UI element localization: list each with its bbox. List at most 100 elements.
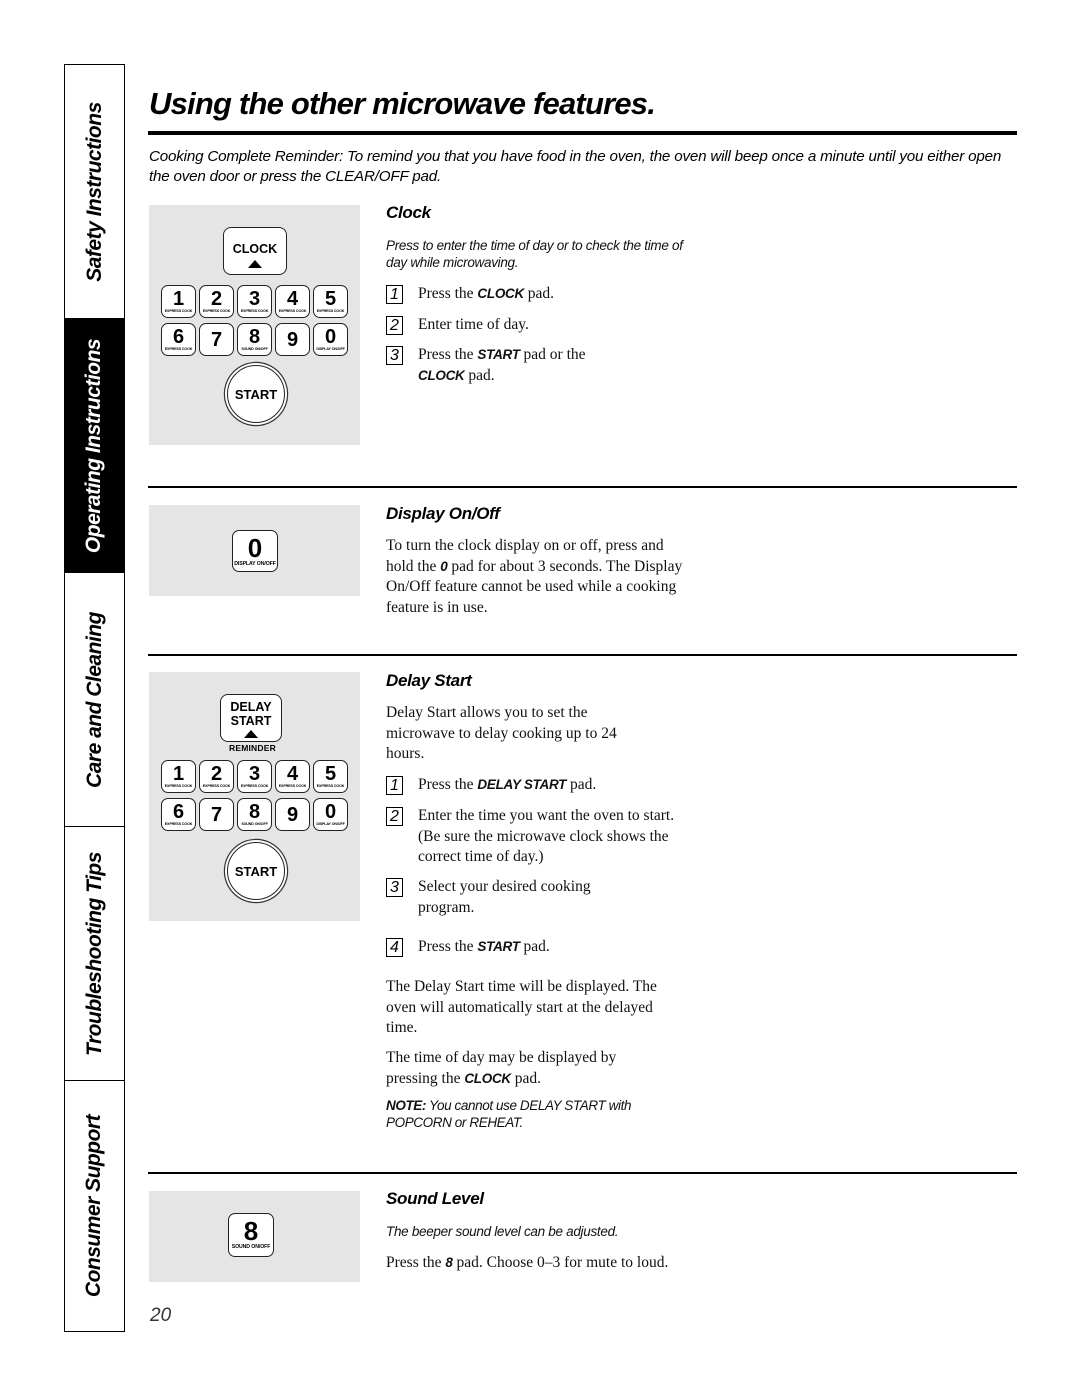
- tab-troubleshooting-tips[interactable]: Troubleshooting Tips: [65, 827, 124, 1081]
- tab-operating-instructions[interactable]: Operating Instructions: [65, 319, 124, 573]
- key-number: 0: [324, 801, 337, 823]
- tab-care-and-cleaning[interactable]: Care and Cleaning: [65, 573, 124, 827]
- delay-step-2: 2 Enter the time you want the oven to st…: [386, 806, 688, 868]
- page-number: 20: [150, 1305, 172, 1326]
- key-number: 6: [172, 801, 185, 823]
- key-number: 2: [210, 288, 223, 310]
- key-number: 1: [172, 763, 185, 785]
- number-key-0: 0 DISPLAY ON/OFF: [313, 798, 348, 831]
- key-number: 8: [248, 326, 261, 348]
- triangle-icon: [244, 730, 258, 738]
- delay-start-intro: Delay Start allows you to set the microw…: [386, 704, 617, 762]
- key-sublabel: EXPRESS COOK: [240, 784, 269, 788]
- delay-start-key-label: START: [230, 714, 272, 728]
- delay-start-heading: Delay Start: [386, 671, 472, 690]
- number-key-0: 0 DISPLAY ON/OFF: [313, 323, 348, 356]
- number-key-5: 5 EXPRESS COOK: [313, 760, 348, 793]
- number-key-9: 9: [275, 798, 310, 831]
- step-number: 2: [386, 316, 403, 335]
- delay-step-4: 4 Press the START pad.: [386, 937, 550, 958]
- number-key-2: 2 EXPRESS COOK: [199, 760, 234, 793]
- key-number: 4: [286, 763, 299, 785]
- key-number: 5: [324, 288, 337, 310]
- clock-heading: Clock: [386, 203, 431, 222]
- number-key-1: 1 EXPRESS COOK: [161, 285, 196, 318]
- key-sublabel: EXPRESS COOK: [164, 784, 193, 788]
- tab-label: Safety Instructions: [82, 101, 106, 282]
- step-text: Enter time of day.: [418, 316, 529, 333]
- clock-key-label: CLOCK: [232, 242, 278, 256]
- step-text: Press the START pad.: [418, 938, 550, 955]
- delay-start-display-info: The Delay Start time will be displayed. …: [386, 978, 657, 1036]
- sound-on-off-key: 8 SOUND ON/OFF: [228, 1213, 274, 1257]
- step-number: 3: [386, 878, 403, 897]
- key-number: 8: [243, 1216, 259, 1246]
- step-number: 2: [386, 807, 403, 826]
- key-sublabel: DISPLAY ON/OFF: [316, 822, 345, 826]
- key-sublabel: SOUND ON/OFF: [241, 822, 268, 826]
- tab-label: Troubleshooting Tips: [82, 851, 106, 1056]
- clock-step-2: 2 Enter time of day.: [386, 315, 529, 336]
- step-text: Enter the time you want the oven to star…: [418, 807, 675, 865]
- start-key: START: [227, 365, 285, 423]
- sound-key-illustration: 8 SOUND ON/OFF: [149, 1191, 360, 1282]
- key-number: 7: [210, 804, 223, 826]
- key-sublabel: EXPRESS COOK: [240, 309, 269, 313]
- step-text: Press the START pad or the CLOCK pad.: [418, 346, 586, 384]
- step-number: 3: [386, 346, 403, 365]
- section-divider: [148, 486, 1017, 488]
- delay-start-key: DELAY START: [220, 694, 282, 742]
- number-key-6: 6 EXPRESS COOK: [161, 323, 196, 356]
- key-number: 4: [286, 288, 299, 310]
- key-sublabel: EXPRESS COOK: [316, 784, 345, 788]
- delay-start-key-label: DELAY: [230, 700, 272, 714]
- tab-label: Consumer Support: [82, 1114, 106, 1298]
- delay-start-note: NOTE: You cannot use DELAY START with PO…: [386, 1098, 632, 1130]
- step-number: 4: [386, 938, 403, 957]
- reminder-label: REMINDER: [229, 743, 276, 753]
- key-sublabel: EXPRESS COOK: [202, 784, 231, 788]
- cooking-complete-reminder: Cooking Complete Reminder: To remind you…: [149, 148, 1002, 185]
- number-key-7: 7: [199, 798, 234, 831]
- key-number: 5: [324, 763, 337, 785]
- triangle-icon: [248, 260, 262, 268]
- display-key-illustration: 0 DISPLAY ON/OFF: [149, 505, 360, 596]
- tab-consumer-support[interactable]: Consumer Support: [65, 1081, 124, 1331]
- number-key-1: 1 EXPRESS COOK: [161, 760, 196, 793]
- key-number: 0: [247, 533, 263, 563]
- key-number: 7: [210, 329, 223, 351]
- key-number: 8: [248, 801, 261, 823]
- key-sublabel: EXPRESS COOK: [164, 347, 193, 351]
- key-sublabel: EXPRESS COOK: [278, 309, 307, 313]
- sound-level-instructions: Press the 8 pad. Choose 0–3 for mute to …: [386, 1254, 669, 1271]
- step-text: Press the CLOCK pad.: [418, 285, 555, 302]
- title-divider: [148, 131, 1017, 135]
- number-key-9: 9: [275, 323, 310, 356]
- section-divider: [148, 654, 1017, 656]
- key-sublabel: EXPRESS COOK: [202, 309, 231, 313]
- key-sublabel: SOUND ON/OFF: [241, 347, 268, 351]
- key-number: 3: [248, 763, 261, 785]
- clock-step-3: 3 Press the START pad or the CLOCK pad.: [386, 345, 586, 386]
- number-key-4: 4 EXPRESS COOK: [275, 285, 310, 318]
- clock-description: Press to enter the time of day or to che…: [386, 238, 683, 270]
- number-key-7: 7: [199, 323, 234, 356]
- section-tabs: Safety Instructions Operating Instructio…: [64, 64, 125, 1332]
- tab-safety-instructions[interactable]: Safety Instructions: [65, 65, 124, 319]
- number-key-5: 5 EXPRESS COOK: [313, 285, 348, 318]
- display-heading: Display On/Off: [386, 504, 500, 523]
- number-key-3: 3 EXPRESS COOK: [237, 760, 272, 793]
- clock-keypad-illustration: CLOCK 1 EXPRESS COOK 2 EXPRESS COOK 3 EXPRESS…: [149, 205, 360, 445]
- number-key-8: 8 SOUND ON/OFF: [237, 323, 272, 356]
- delay-start-keypad-illustration: DELAY START REMINDER 1 EXPRESS COOK 2 EXPRE…: [149, 672, 360, 921]
- number-key-6: 6 EXPRESS COOK: [161, 798, 196, 831]
- key-number: 9: [286, 804, 299, 826]
- step-number: 1: [386, 285, 403, 304]
- number-key-4: 4 EXPRESS COOK: [275, 760, 310, 793]
- display-description: To turn the clock display on or off, pre…: [386, 537, 683, 616]
- start-key: START: [227, 842, 285, 900]
- display-on-off-key: 0 DISPLAY ON/OFF: [232, 530, 278, 572]
- key-sublabel: EXPRESS COOK: [278, 784, 307, 788]
- delay-step-1: 1 Press the DELAY START pad.: [386, 775, 596, 796]
- key-sublabel: DISPLAY ON/OFF: [316, 347, 345, 351]
